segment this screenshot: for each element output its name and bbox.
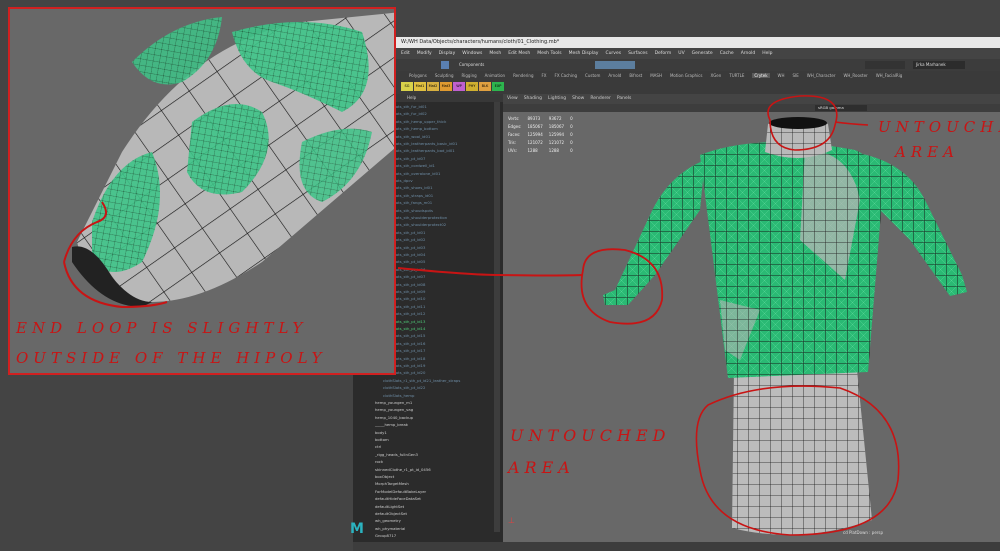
annotation-top-right-line2: AREA [895,143,959,161]
inset-annotation-line1: END LOOP IS SLIGHTLY [16,319,308,337]
inset-annotation-line2: OUTSIDE OF THE HIPOLY [16,349,327,367]
annotation-top-right-line1: UNTOUCHED [878,118,1000,136]
pointer-line [397,267,584,277]
skirt-circle [695,385,900,536]
annotation-bottom-line1: UNTOUCHED [510,426,671,445]
annotation-bottom-line2: AREA [508,458,575,477]
zoom-inset: END LOOP IS SLIGHTLY OUTSIDE OF THE HIPO… [8,7,396,375]
timeline[interactable] [353,542,1000,551]
collar-circle [767,95,838,151]
cuff-circle [580,248,664,325]
